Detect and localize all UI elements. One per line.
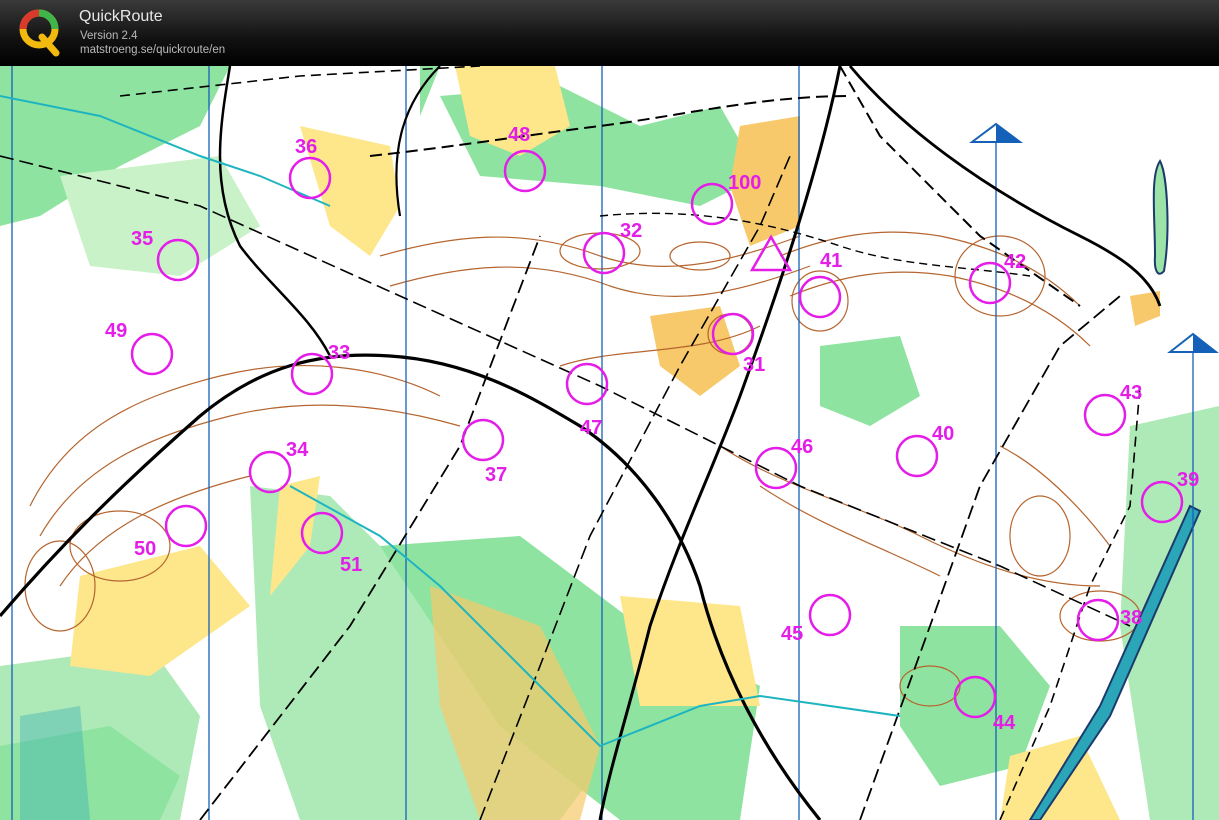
control-label-50: 50 (134, 538, 156, 560)
control-label-100: 100 (728, 172, 761, 194)
control-label-37: 37 (485, 464, 507, 486)
control-label-36: 36 (295, 136, 317, 158)
control-label-45: 45 (781, 623, 803, 645)
app-title: QuickRoute (79, 8, 163, 25)
north-arrow-icon (1167, 332, 1219, 353)
control-circle-49[interactable] (130, 332, 174, 376)
control-label-40: 40 (932, 423, 954, 445)
control-label-51: 51 (340, 554, 362, 576)
app-version: Version 2.4 (80, 30, 138, 42)
control-label-41: 41 (820, 250, 842, 272)
control-label-47: 47 (580, 417, 602, 439)
control-circle-37[interactable] (461, 418, 505, 462)
control-label-46: 46 (791, 436, 813, 458)
control-label-38: 38 (1120, 607, 1142, 629)
control-circle-40[interactable] (895, 434, 939, 478)
control-label-42: 42 (1004, 251, 1026, 273)
control-label-39: 39 (1177, 469, 1199, 491)
control-circle-47[interactable] (565, 362, 609, 406)
control-label-31: 31 (743, 354, 765, 376)
control-label-33: 33 (328, 342, 350, 364)
control-circle-41[interactable] (798, 275, 842, 319)
vegetation-layer (0, 66, 1219, 820)
control-circle-34[interactable] (248, 450, 292, 494)
control-label-35: 35 (131, 228, 153, 250)
app-url-link[interactable]: matstroeng.se/quickroute/en (80, 44, 225, 56)
control-circle-45[interactable] (808, 593, 852, 637)
quickroute-logo-q-icon (19, 9, 60, 57)
control-label-49: 49 (105, 320, 127, 342)
control-circle-50[interactable] (164, 504, 208, 548)
north-arrow-icon (969, 122, 1023, 143)
control-circle-46[interactable] (754, 446, 798, 490)
control-label-48: 48 (508, 124, 530, 146)
control-label-32: 32 (620, 220, 642, 242)
app-titlebar: QuickRoute Version 2.4 matstroeng.se/qui… (0, 0, 1219, 66)
control-label-44: 44 (993, 712, 1016, 734)
orienteering-map[interactable]: 36 48 100 35 32 41 42 49 33 31 47 43 40 34 37 46 39 50 51 4… (0, 66, 1219, 820)
control-label-43: 43 (1120, 382, 1142, 404)
control-circle-43[interactable] (1083, 393, 1127, 437)
control-label-34: 34 (286, 439, 309, 461)
control-circle-38[interactable] (1076, 598, 1120, 642)
